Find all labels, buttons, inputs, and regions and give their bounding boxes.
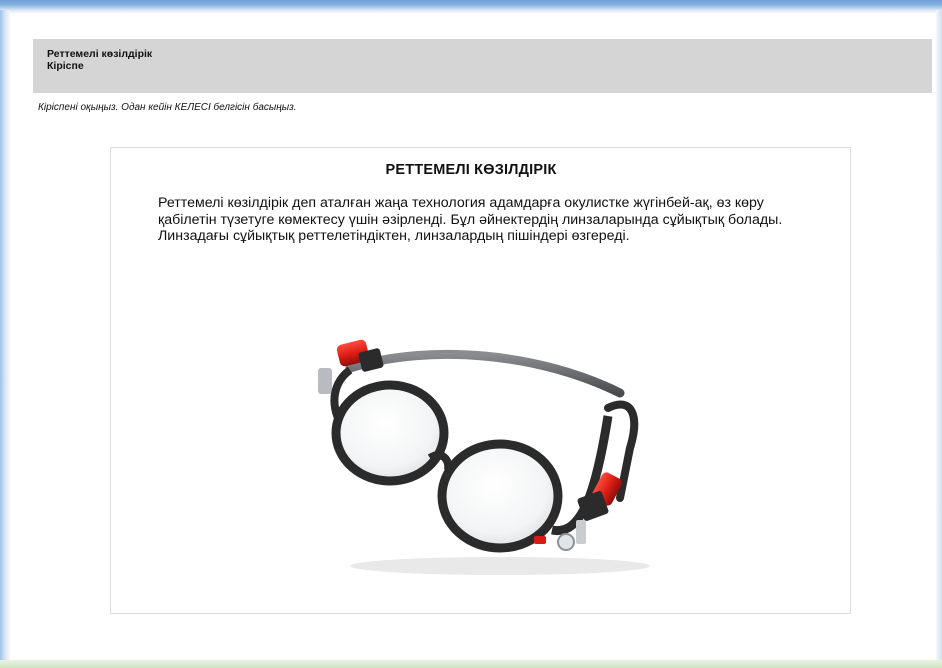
instruction-text: Кіріспені оқыңыз. Одан кейін КЕЛЕСІ белг… [38,102,297,113]
right-dial [557,533,575,551]
course-title: Реттемелі көзілдірік [47,48,153,60]
right-lens [437,439,563,553]
adjustable-glasses-image [318,339,650,575]
left-lens [331,380,449,486]
window-bottom-border [0,660,942,668]
red-tip [534,536,546,544]
left-dial [318,368,332,394]
header-bar [33,39,932,93]
card-title: РЕТТЕМЕЛІ КӨЗІЛДІРІК [385,162,557,178]
window-top-border [0,0,942,14]
window-left-border [0,10,10,668]
shadow [350,557,650,575]
section-title: Кіріспе [47,60,84,72]
right-dial-shaft [576,520,586,544]
window-right-border [936,10,942,668]
card-body-text: Реттемелі көзілдірік деп аталған жаңа те… [158,195,783,244]
